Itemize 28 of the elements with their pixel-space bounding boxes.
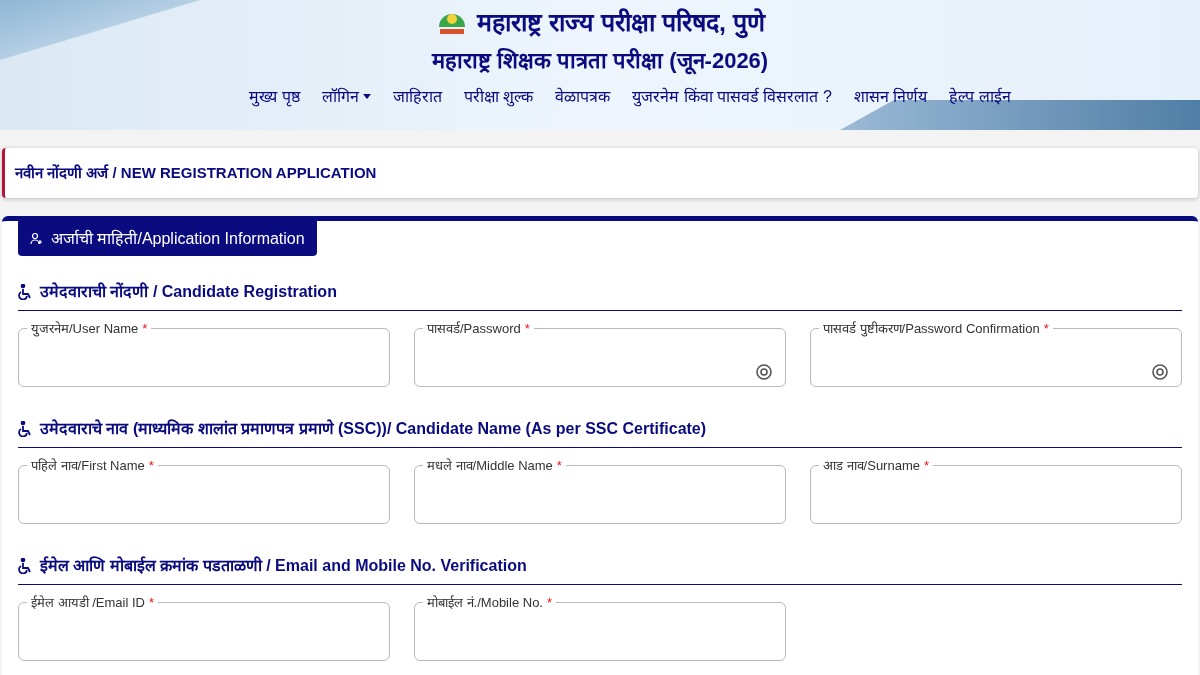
nav-link[interactable]: युजरनेम किंवा पासवर्ड विसरलात ?	[632, 84, 832, 109]
input-field[interactable]: पासवर्ड/Password *	[414, 319, 786, 387]
section-heading: उमेदवाराचे नाव (माध्यमिक शालांत प्रमाणपत्र प्रमाणे (SSC))/ Candidate Name (As per SSC Certificate)	[40, 418, 707, 439]
wheelchair-icon	[18, 558, 32, 574]
nav-link[interactable]: वेळापत्रक	[555, 84, 611, 109]
input-field[interactable]: पासवर्ड पुष्टीकरण/Password Confirmation *	[810, 319, 1182, 387]
input-field[interactable]: मोबाईल नं./Mobile No. *	[414, 593, 786, 661]
wheelchair-icon	[18, 421, 32, 437]
input-field[interactable]: ईमेल आयडी /Email ID *	[18, 593, 390, 661]
nav-link[interactable]: मुख्य पृष्ठ	[249, 84, 300, 109]
section-heading: उमेदवाराची नोंदणी / Candidate Registration	[40, 281, 337, 302]
wheelchair-icon	[18, 284, 32, 300]
nav-link[interactable]: शासन निर्णय	[853, 84, 928, 109]
page-title: नवीन नोंदणी अर्ज / NEW REGISTRATION APPLICATION	[15, 162, 377, 183]
input-field[interactable]: पहिले नाव/First Name *	[18, 456, 390, 524]
input-field[interactable]: युजरनेम/User Name *	[18, 319, 390, 387]
nav-link[interactable]: लॉगिन	[321, 84, 371, 109]
user-plus-icon	[30, 232, 43, 245]
nav-link[interactable]: जाहिरात	[392, 84, 442, 109]
eye-icon[interactable]	[755, 362, 773, 381]
section-heading: ईमेल आणि मोबाईल क्रमांक पडताळणी / Email and Mobile No. Verification	[40, 555, 527, 576]
eye-icon[interactable]	[1151, 362, 1169, 381]
exam-title: महाराष्ट्र शिक्षक पात्रता परीक्षा (जून-2026)	[431, 46, 769, 77]
input-field[interactable]: मधले नाव/Middle Name *	[414, 456, 786, 524]
nav-link[interactable]: हेल्प लाईन	[949, 84, 1011, 109]
organization-title: महाराष्ट्र राज्य परीक्षा परिषद, पुणे	[477, 4, 765, 42]
section-tab[interactable]: अर्जाची माहिती/Application Information	[18, 221, 317, 256]
nav-link[interactable]: परीक्षा शुल्क	[463, 84, 534, 109]
